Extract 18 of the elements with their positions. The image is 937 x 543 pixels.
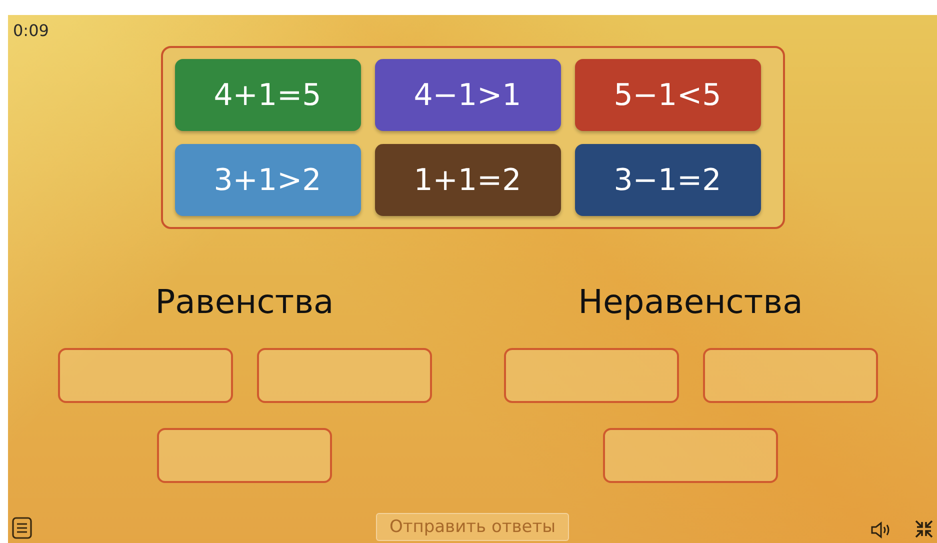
group-title: Неравенства [578,281,803,323]
drop-slot[interactable] [504,348,678,403]
speaker-icon[interactable] [870,521,892,539]
answer-card[interactable]: 3−1=2 [574,144,760,216]
collapse-icon[interactable] [914,519,934,539]
drop-slot[interactable] [603,428,778,483]
drop-slot[interactable] [157,428,332,483]
drop-slot[interactable] [702,348,878,403]
timer: 0:09 [13,21,49,40]
answer-card[interactable]: 3+1>2 [174,144,360,216]
drop-slot[interactable] [256,348,432,403]
answer-card[interactable]: 1+1=2 [374,144,560,216]
menu-icon[interactable] [12,517,32,539]
drop-slot[interactable] [58,348,232,403]
group-title: Равенства [155,281,334,323]
answer-card[interactable]: 4−1>1 [374,59,560,131]
answer-card[interactable]: 5−1<5 [574,59,760,131]
answer-card[interactable]: 4+1=5 [174,59,360,131]
